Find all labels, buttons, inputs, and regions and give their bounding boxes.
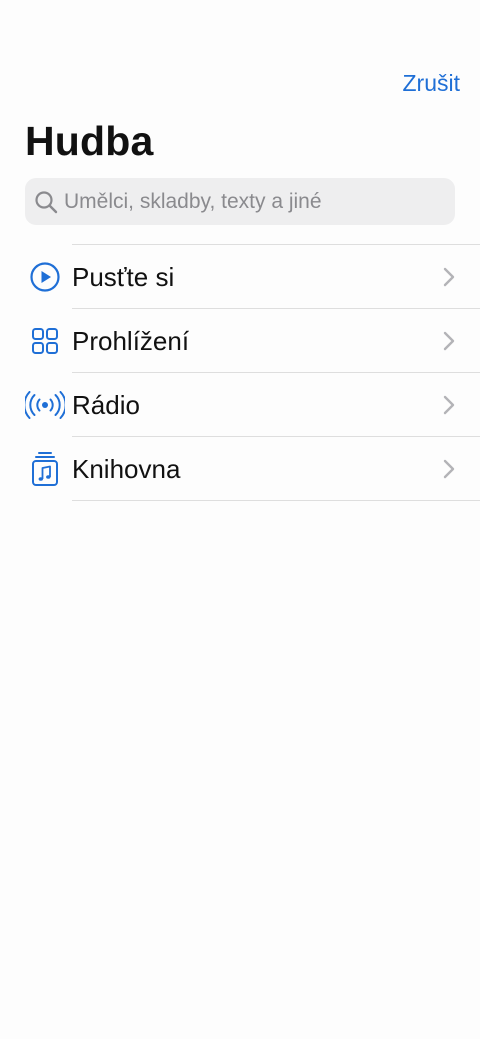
menu-item-label: Rádio xyxy=(72,389,140,420)
chevron-right-icon xyxy=(443,267,455,287)
menu-item-library[interactable]: Knihovna xyxy=(0,437,480,501)
search-input[interactable] xyxy=(64,189,434,214)
menu-item-label: Knihovna xyxy=(72,453,181,484)
menu-item-label: Prohlížení xyxy=(72,325,190,356)
search-bar[interactable] xyxy=(25,178,455,225)
menu-item-browse[interactable]: Prohlížení xyxy=(0,309,480,373)
grid-icon xyxy=(25,321,65,361)
cancel-button[interactable]: Zrušit xyxy=(403,70,461,97)
menu-item-listen-now[interactable]: Pusťte si xyxy=(0,245,480,309)
menu-item-label: Pusťte si xyxy=(72,261,175,292)
music-menu-list: Pusťte si Prohlížení Rádio Knihovna xyxy=(0,244,480,501)
radio-broadcast-icon xyxy=(25,385,65,425)
page-title: Hudba xyxy=(25,118,154,164)
chevron-right-icon xyxy=(443,459,455,479)
menu-item-radio[interactable]: Rádio xyxy=(0,373,480,437)
chevron-right-icon xyxy=(443,331,455,351)
search-icon xyxy=(33,189,59,215)
play-circle-icon xyxy=(25,257,65,297)
chevron-right-icon xyxy=(443,395,455,415)
music-library-icon xyxy=(25,449,65,489)
